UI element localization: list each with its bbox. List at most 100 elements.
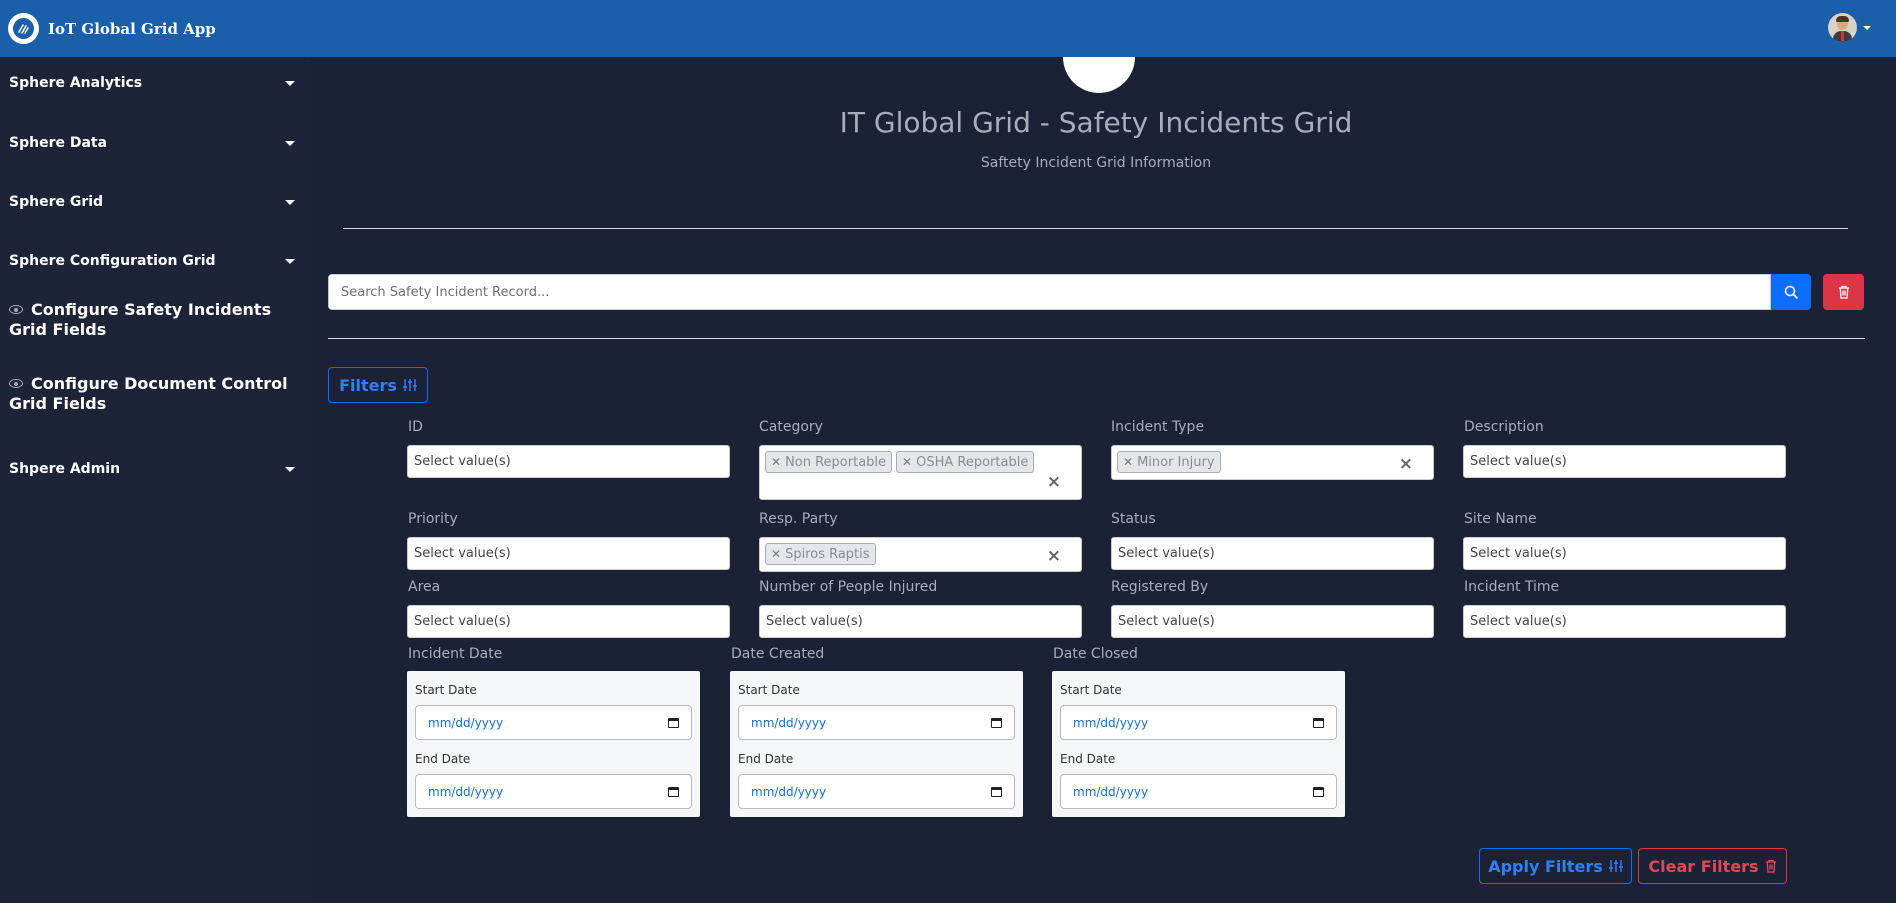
clear-icon[interactable]: × (1047, 472, 1061, 492)
divider (328, 338, 1865, 339)
chevron-down-icon (285, 258, 295, 264)
sidebar-item-label: Sphere Grid (9, 194, 104, 210)
area-select[interactable]: Select value(s) (407, 605, 730, 638)
search-input[interactable] (328, 274, 1771, 310)
closed-start-date-input[interactable]: mm/dd/yyyy (1060, 705, 1337, 740)
registered-by-label: Registered By (1111, 579, 1209, 595)
resp-party-select[interactable]: ✕ Spiros Raptis × (759, 537, 1082, 572)
priority-select[interactable]: Select value(s) (407, 537, 730, 570)
id-placeholder: Select value(s) (414, 454, 511, 469)
date-closed-range: Start Date mm/dd/yyyy End Date mm/dd/yyy… (1052, 671, 1345, 817)
category-label: Category (759, 419, 823, 435)
description-select[interactable]: Select value(s) (1463, 445, 1786, 478)
sidebar-item-sphere-configuration-grid[interactable]: Sphere Configuration Grid (9, 253, 299, 269)
avatar[interactable] (1828, 13, 1857, 42)
sidebar-item-sphere-grid[interactable]: Sphere Grid (9, 194, 299, 210)
id-select[interactable]: Select value(s) (407, 445, 730, 478)
incident-end-date-input[interactable]: mm/dd/yyyy (415, 774, 692, 809)
incident-type-select[interactable]: ✕ Minor Injury × (1111, 445, 1434, 480)
people-injured-select[interactable]: Select value(s) (759, 605, 1082, 638)
calendar-icon[interactable] (991, 786, 1002, 797)
sidebar: Sphere Analytics Sphere Data Sphere Grid… (0, 57, 311, 903)
sidebar-link-configure-document-control[interactable]: Configure Document Control Grid Fields (9, 374, 299, 414)
incident-time-select[interactable]: Select value(s) (1463, 605, 1786, 638)
trash-icon (1765, 859, 1776, 873)
start-date-label: Start Date (738, 683, 800, 697)
remove-tag-icon[interactable]: ✕ (1123, 455, 1133, 469)
created-end-date-input[interactable]: mm/dd/yyyy (738, 774, 1015, 809)
clear-icon[interactable]: × (1399, 454, 1413, 474)
sidebar-item-label: Sphere Analytics (9, 75, 143, 91)
status-placeholder: Select value(s) (1118, 546, 1215, 561)
incident-date-label: Incident Date (408, 646, 503, 662)
eye-icon (9, 305, 23, 314)
calendar-icon[interactable] (991, 717, 1002, 728)
sidebar-item-sphere-analytics[interactable]: Sphere Analytics (9, 75, 299, 91)
resp-party-label: Resp. Party (759, 511, 838, 527)
incident-type-label: Incident Type (1111, 419, 1205, 435)
search-icon (1784, 285, 1798, 299)
category-tag: ✕ Non Reportable (765, 451, 893, 473)
search-button[interactable] (1771, 274, 1811, 310)
remove-tag-icon[interactable]: ✕ (771, 547, 781, 561)
start-date-label: Start Date (1060, 683, 1122, 697)
incident-type-tag-label: Minor Injury (1137, 454, 1215, 470)
delete-button[interactable] (1823, 274, 1864, 310)
sidebar-link-configure-safety-incidents[interactable]: Configure Safety Incidents Grid Fields (9, 300, 299, 340)
description-label: Description (1464, 419, 1544, 435)
incident-date-range: Start Date mm/dd/yyyy End Date mm/dd/yyy… (407, 671, 700, 817)
calendar-icon[interactable] (1313, 717, 1324, 728)
area-placeholder: Select value(s) (414, 614, 511, 629)
start-date-label: Start Date (415, 683, 477, 697)
calendar-icon[interactable] (668, 717, 679, 728)
page-title: IT Global Grid - Safety Incidents Grid (839, 106, 1353, 139)
chevron-down-icon (285, 80, 295, 86)
registered-by-select[interactable]: Select value(s) (1111, 605, 1434, 638)
user-menu[interactable] (1828, 13, 1871, 42)
calendar-icon[interactable] (1313, 786, 1324, 797)
site-name-label: Site Name (1464, 511, 1537, 527)
clear-filters-button[interactable]: Clear Filters (1638, 848, 1787, 884)
date-created-label: Date Created (731, 646, 825, 662)
date-placeholder: mm/dd/yyyy (751, 784, 827, 799)
sidebar-link-label: Configure Document Control Grid Fields (9, 374, 288, 413)
status-label: Status (1111, 511, 1156, 527)
remove-tag-icon[interactable]: ✕ (771, 455, 781, 469)
incident-time-placeholder: Select value(s) (1470, 614, 1567, 629)
calendar-icon[interactable] (668, 786, 679, 797)
incident-type-tag: ✕ Minor Injury (1117, 451, 1221, 473)
remove-tag-icon[interactable]: ✕ (902, 455, 912, 469)
priority-placeholder: Select value(s) (414, 546, 511, 561)
trash-icon (1838, 285, 1849, 299)
incident-start-date-input[interactable]: mm/dd/yyyy (415, 705, 692, 740)
filters-toggle-button[interactable]: Filters (328, 367, 428, 403)
page-subtitle: Saftety Incident Grid Information (980, 155, 1212, 171)
clear-icon[interactable]: × (1047, 546, 1061, 566)
closed-end-date-input[interactable]: mm/dd/yyyy (1060, 774, 1337, 809)
sidebar-link-label: Configure Safety Incidents Grid Fields (9, 300, 272, 339)
created-start-date-input[interactable]: mm/dd/yyyy (738, 705, 1015, 740)
app-logo-icon[interactable] (8, 13, 39, 44)
apply-filters-button[interactable]: Apply Filters (1479, 848, 1632, 884)
priority-label: Priority (408, 511, 458, 527)
date-placeholder: mm/dd/yyyy (428, 715, 504, 730)
eye-icon (9, 379, 23, 388)
sidebar-item-sphere-data[interactable]: Sphere Data (9, 135, 299, 151)
end-date-label: End Date (1060, 752, 1116, 766)
date-placeholder: mm/dd/yyyy (428, 784, 504, 799)
category-select[interactable]: ✕ Non Reportable ✕ OSHA Reportable × (759, 445, 1082, 500)
apply-filters-label: Apply Filters (1488, 856, 1603, 876)
site-name-select[interactable]: Select value(s) (1463, 537, 1786, 570)
site-name-placeholder: Select value(s) (1470, 546, 1567, 561)
sidebar-item-shpere-admin[interactable]: Shpere Admin (9, 461, 299, 477)
app-title[interactable]: IoT Global Grid App (48, 20, 216, 38)
area-label: Area (408, 579, 441, 595)
description-placeholder: Select value(s) (1470, 454, 1567, 469)
date-placeholder: mm/dd/yyyy (1073, 784, 1149, 799)
date-closed-label: Date Closed (1053, 646, 1138, 662)
sliders-icon (402, 379, 417, 391)
status-select[interactable]: Select value(s) (1111, 537, 1434, 570)
category-tag-label: Non Reportable (785, 454, 887, 470)
people-injured-placeholder: Select value(s) (766, 614, 863, 629)
incident-time-label: Incident Time (1464, 579, 1560, 595)
